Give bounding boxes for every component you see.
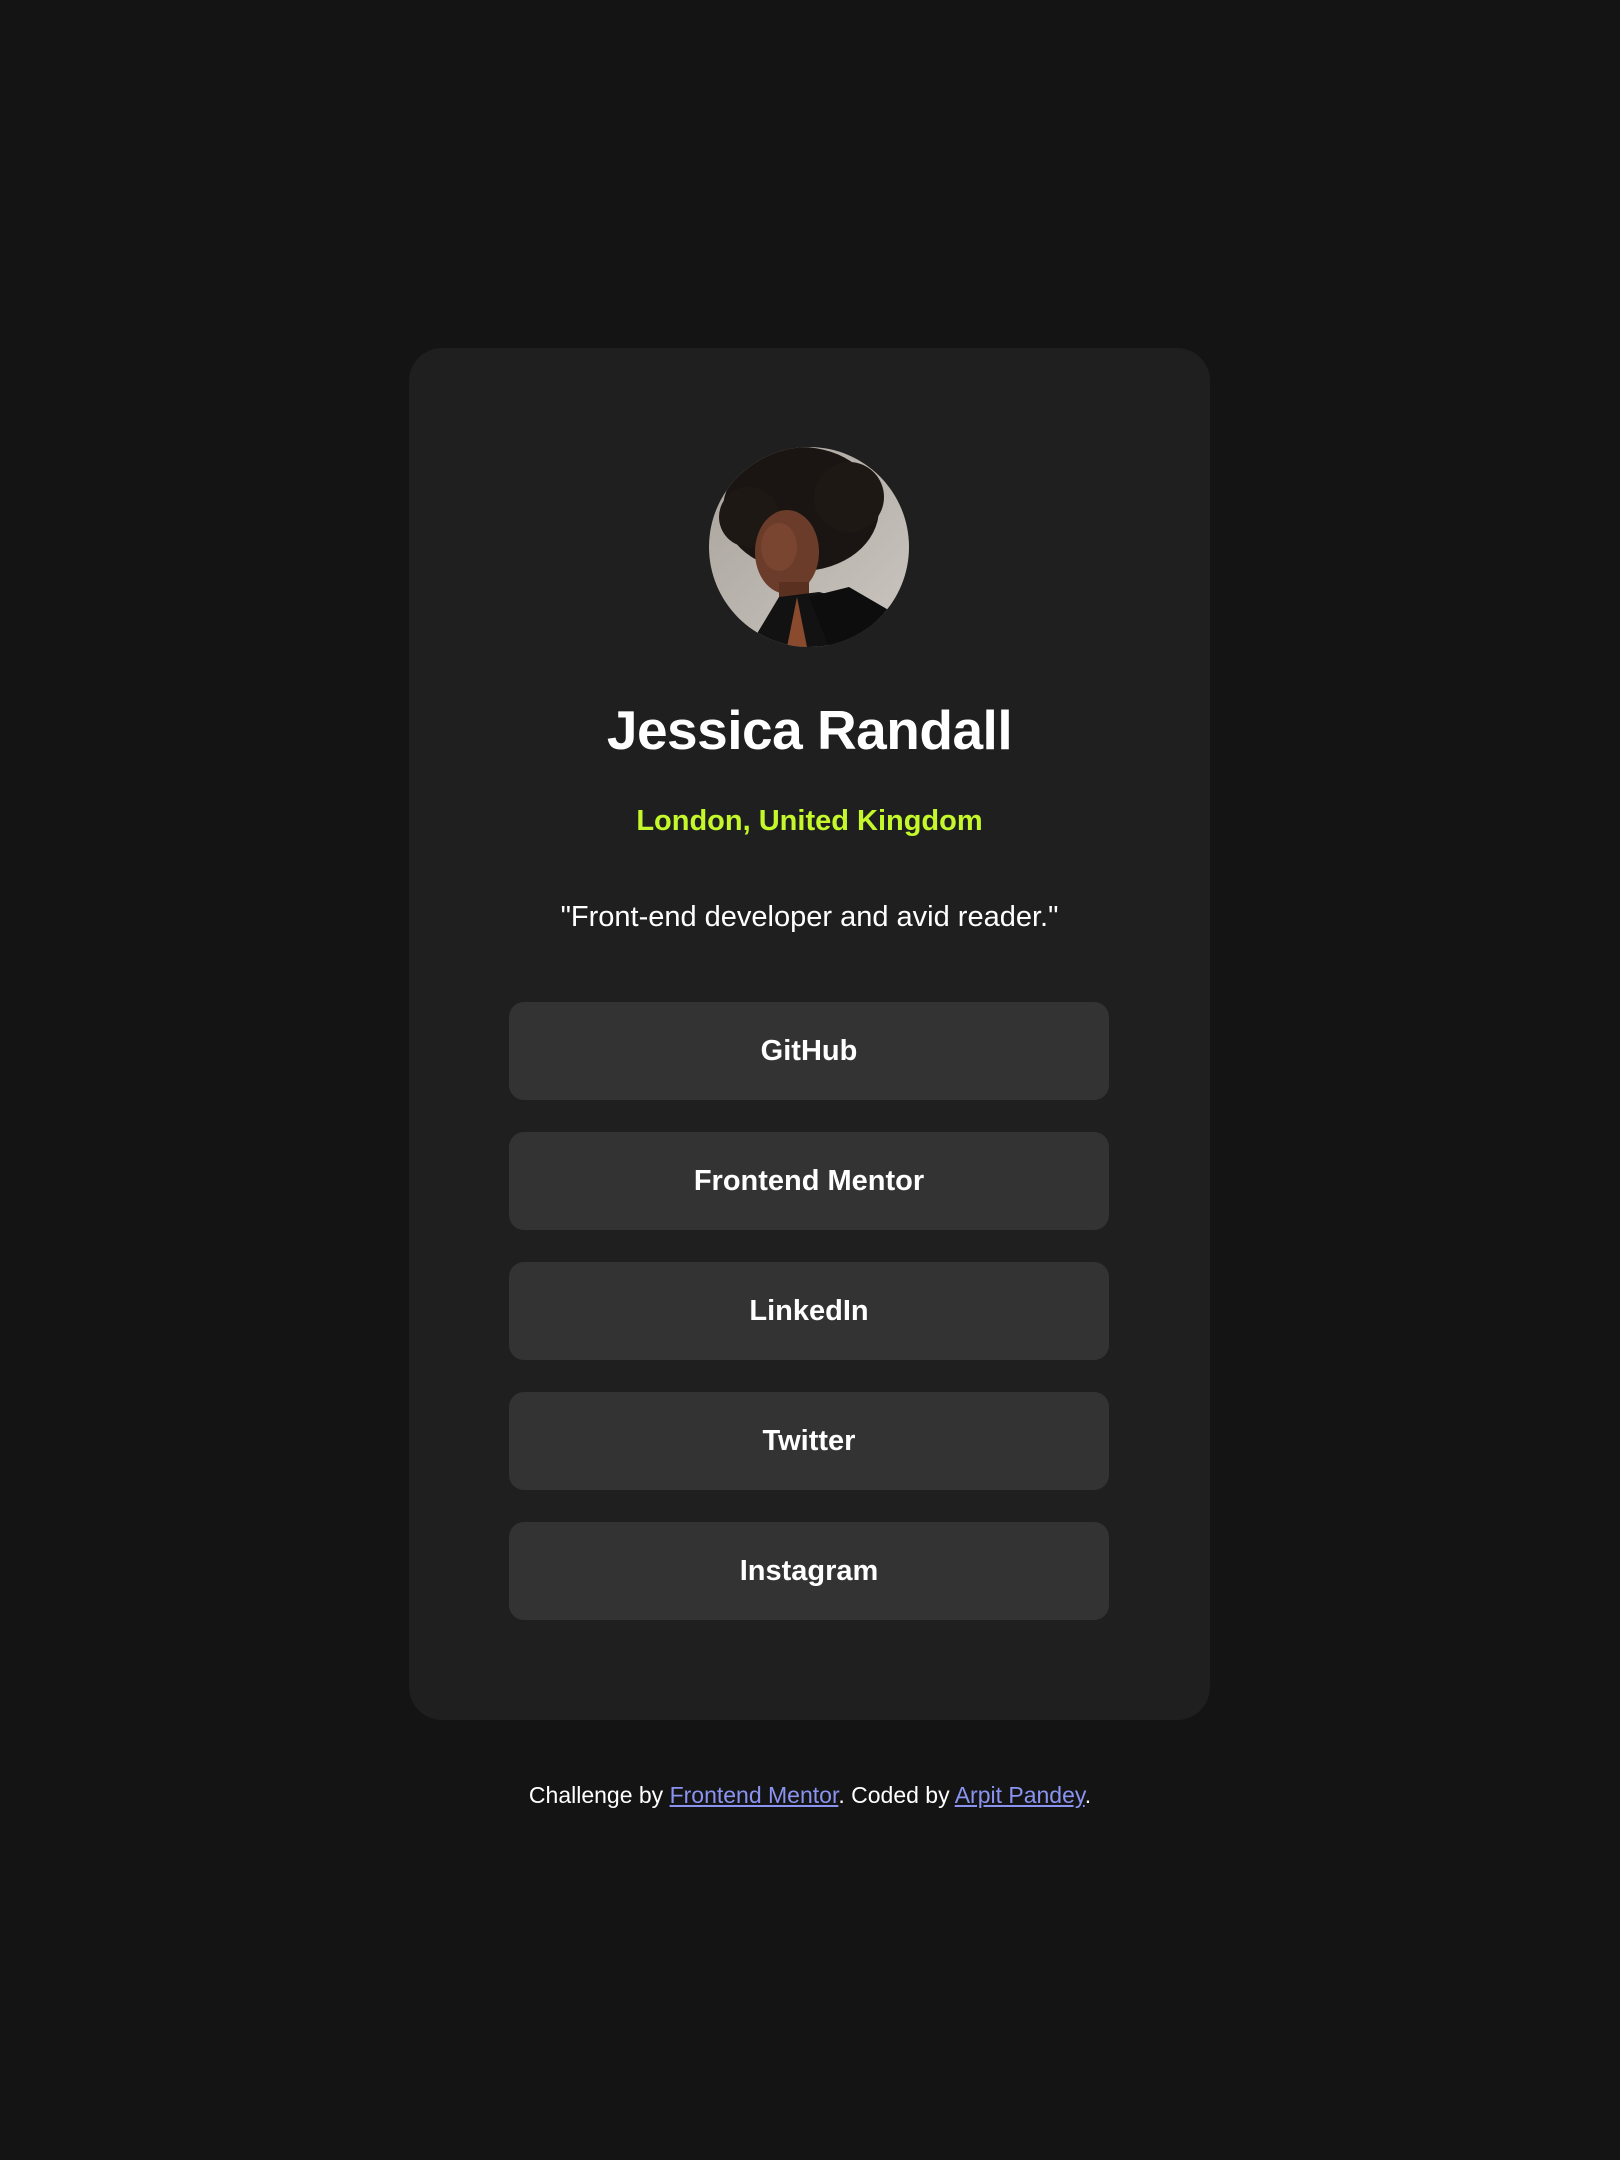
- author-footer-link[interactable]: Arpit Pandey: [955, 1782, 1085, 1808]
- social-links: GitHub Frontend Mentor LinkedIn Twitter …: [509, 1002, 1109, 1652]
- frontend-mentor-footer-link[interactable]: Frontend Mentor: [670, 1782, 839, 1808]
- twitter-link-button[interactable]: Twitter: [509, 1392, 1109, 1490]
- profile-card: Jessica Randall London, United Kingdom "…: [409, 348, 1210, 1720]
- attribution-footer: Challenge by Frontend Mentor. Coded by A…: [0, 1784, 1620, 1807]
- footer-prefix: Challenge by: [528, 1782, 670, 1808]
- footer-suffix: .: [1084, 1782, 1092, 1808]
- profile-location: London, United Kingdom: [636, 805, 983, 837]
- avatar: [709, 447, 909, 647]
- avatar-photo-icon: [709, 447, 909, 647]
- frontend-mentor-link-button[interactable]: Frontend Mentor: [509, 1132, 1109, 1230]
- profile-bio: "Front-end developer and avid reader.": [560, 901, 1059, 933]
- github-link-button[interactable]: GitHub: [509, 1002, 1109, 1100]
- profile-name: Jessica Randall: [606, 699, 1013, 761]
- linkedin-link-button[interactable]: LinkedIn: [509, 1262, 1109, 1360]
- instagram-link-button[interactable]: Instagram: [509, 1522, 1109, 1620]
- footer-middle: . Coded by: [838, 1782, 955, 1808]
